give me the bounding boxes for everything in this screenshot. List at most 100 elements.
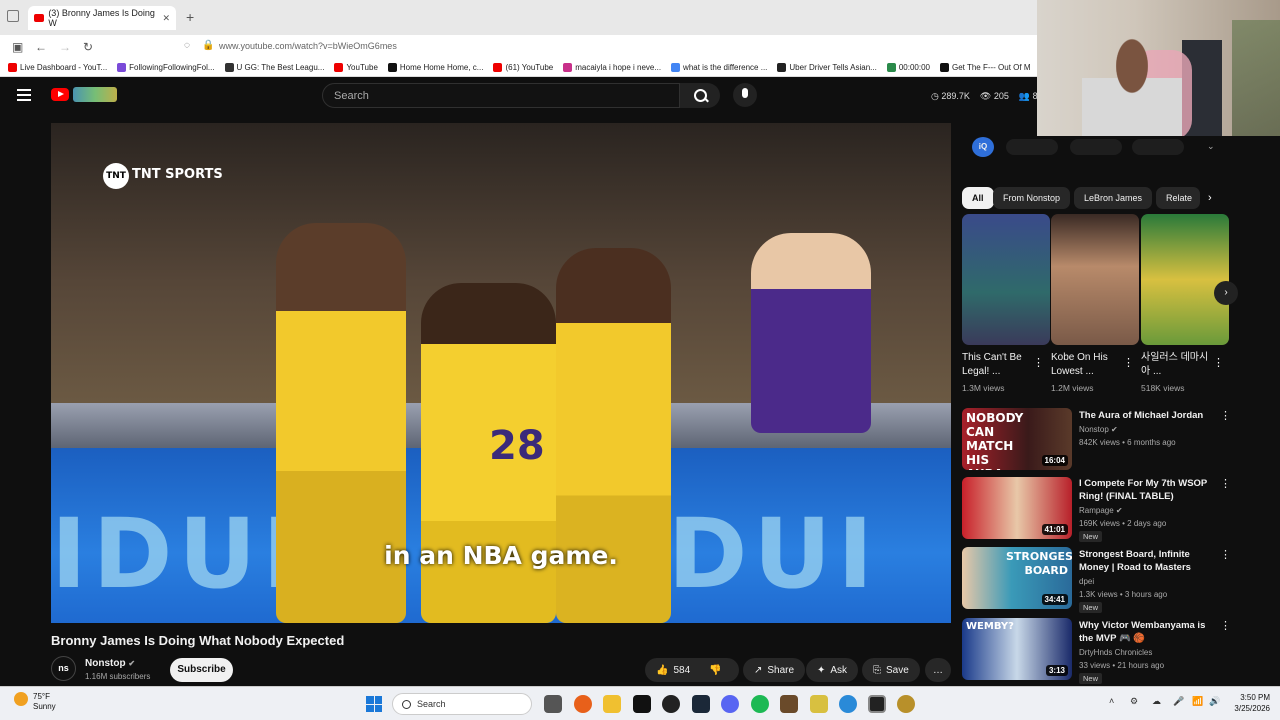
search-button[interactable] bbox=[680, 83, 720, 108]
browser-tab[interactable]: (3) Bronny James Is Doing W ✕ bbox=[28, 6, 176, 30]
shorts-next-button[interactable]: › bbox=[1214, 281, 1238, 305]
save-button[interactable]: ⎘ Save bbox=[862, 658, 920, 682]
blurred-pill-1[interactable] bbox=[1006, 139, 1058, 155]
blurred-pill-2[interactable] bbox=[1070, 139, 1122, 155]
tray-cloud-icon[interactable]: ☁ bbox=[1152, 696, 1161, 707]
video-channel-1[interactable]: Nonstop ✔ bbox=[1079, 423, 1118, 436]
weather-widget[interactable]: 75°F Sunny bbox=[33, 692, 56, 712]
x-app-icon[interactable] bbox=[633, 695, 651, 713]
bookmark-item[interactable]: Uber Driver Tells Asian... bbox=[777, 63, 877, 72]
new-tab-icon[interactable]: + bbox=[186, 9, 194, 25]
jersey-number: 28 bbox=[489, 423, 545, 469]
tray-app-icon[interactable]: ⚙ bbox=[1130, 696, 1138, 707]
youtube-logo-icon[interactable] bbox=[51, 88, 69, 101]
discord-icon[interactable] bbox=[721, 695, 739, 713]
bookmark-item[interactable]: Live Dashboard - YouT... bbox=[8, 63, 107, 72]
reload-icon[interactable]: ↻ bbox=[83, 40, 93, 54]
volume-icon[interactable]: 🔊 bbox=[1209, 696, 1220, 707]
bookmark-item[interactable]: Get The F--- Out Of M bbox=[939, 63, 1031, 72]
video-menu-icon[interactable]: ⋮ bbox=[1220, 477, 1231, 490]
tracking-shield-icon[interactable]: ◌ bbox=[184, 40, 190, 51]
chevron-down-icon[interactable]: ⌄ bbox=[1207, 141, 1215, 152]
share-button[interactable]: ↗ Share bbox=[743, 658, 806, 682]
weather-icon[interactable] bbox=[14, 692, 28, 706]
bookmark-item[interactable]: (61) YouTube bbox=[493, 63, 553, 72]
riot-icon[interactable] bbox=[810, 695, 828, 713]
youtube-doodle[interactable] bbox=[73, 87, 117, 102]
capture-app-icon[interactable] bbox=[868, 695, 886, 713]
taskbar-search[interactable]: Search bbox=[392, 693, 532, 715]
chip-from-nonstop[interactable]: From Nonstop bbox=[993, 187, 1071, 209]
obs-icon[interactable] bbox=[662, 695, 680, 713]
edge-icon[interactable] bbox=[839, 695, 857, 713]
task-view-icon[interactable] bbox=[544, 695, 562, 713]
bookmark-item[interactable]: Home Home Home, c... bbox=[387, 63, 483, 72]
forward-icon[interactable]: → bbox=[59, 40, 71, 54]
blurred-pill-3[interactable] bbox=[1132, 139, 1184, 155]
sidebar-toggle-icon[interactable] bbox=[7, 10, 19, 22]
subscribe-button[interactable]: Subscribe bbox=[170, 658, 233, 682]
short-title-3[interactable]: 사일러스 데마시아 ... bbox=[1141, 351, 1213, 379]
video-title-3[interactable]: Strongest Board, Infinite Money | Road t… bbox=[1079, 548, 1214, 574]
more-actions-button[interactable]: … bbox=[925, 658, 951, 682]
video-title-4[interactable]: Why Victor Wembanyama is the MVP 🎮 🏀 bbox=[1079, 619, 1214, 645]
channel-avatar[interactable]: ns bbox=[51, 656, 76, 681]
video-title-1[interactable]: The Aura of Michael Jordan bbox=[1079, 409, 1214, 422]
ask-button[interactable]: ✦ Ask bbox=[806, 658, 859, 682]
iq-badge[interactable]: iQ bbox=[972, 137, 994, 157]
file-explorer-icon[interactable] bbox=[603, 695, 621, 713]
chip-lebron-james[interactable]: LeBron James bbox=[1074, 187, 1153, 209]
menu-icon[interactable] bbox=[17, 89, 31, 101]
start-icon[interactable] bbox=[366, 696, 382, 712]
video-channel-2[interactable]: Rampage ✔ bbox=[1079, 504, 1123, 517]
steam-icon[interactable] bbox=[692, 695, 710, 713]
thumbs-up-icon[interactable]: 👍 bbox=[656, 665, 668, 676]
chevron-right-icon[interactable]: › bbox=[1208, 192, 1212, 204]
video-title-2[interactable]: I Compete For My 7th WSOP Ring! (FINAL T… bbox=[1079, 477, 1214, 503]
voice-search-icon[interactable] bbox=[733, 83, 757, 107]
short-thumbnail-1[interactable] bbox=[962, 214, 1050, 345]
firefox-icon[interactable] bbox=[574, 695, 592, 713]
video-channel-3[interactable]: dpei bbox=[1079, 575, 1094, 588]
tray-mic-icon[interactable]: 🎤 bbox=[1173, 696, 1184, 707]
bookmark-item[interactable]: macaiyla i hope i neve... bbox=[563, 63, 661, 72]
chip-related[interactable]: Relate bbox=[1156, 187, 1200, 209]
game-icon[interactable] bbox=[780, 695, 798, 713]
short-thumbnail-2[interactable] bbox=[1051, 214, 1139, 345]
video-menu-icon[interactable]: ⋮ bbox=[1220, 409, 1231, 422]
chip-all[interactable]: All bbox=[962, 187, 994, 209]
like-dislike-button[interactable]: 👍 584 👎 bbox=[645, 658, 739, 682]
lock-icon[interactable]: 🔒 bbox=[202, 40, 214, 51]
short-menu-icon[interactable]: ⋮ bbox=[1123, 356, 1134, 369]
thumbs-down-icon[interactable]: 👎 bbox=[709, 665, 721, 676]
bookmark-item[interactable]: YouTube bbox=[334, 63, 378, 72]
video-thumbnail-2[interactable]: 41:01 bbox=[962, 477, 1072, 539]
spotify-icon[interactable] bbox=[751, 695, 769, 713]
channel-name[interactable]: Nonstop ✔ bbox=[85, 658, 135, 669]
collections-icon[interactable]: ▣ bbox=[12, 40, 23, 54]
search-input[interactable]: Search bbox=[322, 83, 680, 108]
bookmark-item[interactable]: what is the difference ... bbox=[671, 63, 767, 72]
bookmark-item[interactable]: 00:00:00 bbox=[886, 63, 930, 72]
video-menu-icon[interactable]: ⋮ bbox=[1220, 619, 1231, 632]
video-thumbnail-3[interactable]: STRONGEST BOARD 34:41 bbox=[962, 547, 1072, 609]
video-thumbnail-4[interactable]: WEMBY? 3:13 bbox=[962, 618, 1072, 680]
league-icon[interactable] bbox=[897, 695, 915, 713]
short-menu-icon[interactable]: ⋮ bbox=[1033, 356, 1044, 369]
video-channel-4[interactable]: DrtyHnds Chronicles bbox=[1079, 646, 1152, 659]
close-tab-icon[interactable]: ✕ bbox=[162, 13, 170, 24]
tray-chevron-icon[interactable]: ˄ bbox=[1109, 696, 1114, 706]
back-icon[interactable]: ← bbox=[35, 40, 47, 54]
short-title-1[interactable]: This Can't Be Legal! ... bbox=[962, 351, 1034, 379]
short-title-2[interactable]: Kobe On His Lowest ... bbox=[1051, 351, 1123, 379]
bookmark-item[interactable]: U GG: The Best Leagu... bbox=[224, 63, 324, 72]
wifi-icon[interactable]: 📶 bbox=[1192, 696, 1203, 707]
bookmark-item[interactable]: FollowingFollowingFol... bbox=[117, 63, 215, 72]
video-player[interactable]: IDUEL FANDUI 28 TNTTNT SPORTS in an NBA … bbox=[51, 123, 951, 623]
short-menu-icon[interactable]: ⋮ bbox=[1213, 356, 1224, 369]
system-clock[interactable]: 3:50 PM 3/25/2026 bbox=[1228, 692, 1270, 714]
video-menu-icon[interactable]: ⋮ bbox=[1220, 548, 1231, 561]
video-thumbnail-1[interactable]: NOBODY CAN MATCH HIS AURA 16:04 bbox=[962, 408, 1072, 470]
short-thumbnail-3[interactable] bbox=[1141, 214, 1229, 345]
url-field[interactable]: www.youtube.com/watch?v=bWieOmG6mes bbox=[219, 41, 397, 51]
